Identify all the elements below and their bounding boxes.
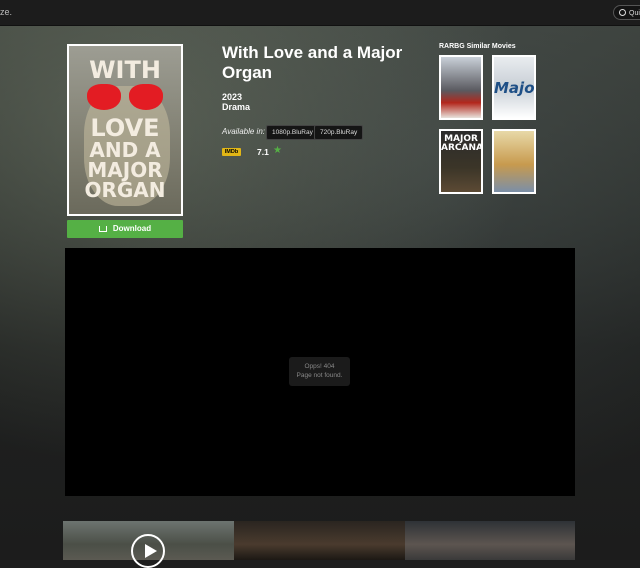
poster-text-line: LOVE [90,114,160,142]
imdb-rating: 7.1 [257,147,269,157]
available-in-label: Available in: [222,127,265,136]
quality-720p-button[interactable]: 720p.BluRay [314,125,364,140]
movie-genre: Drama [222,102,251,112]
poster-text-line: AND A [89,138,161,162]
download-icon [98,226,107,232]
site-logo[interactable]: ze. [0,7,12,17]
similar-movie-poster[interactable]: MAJOR ARCANA [439,129,483,194]
top-bar: ze. Qui [0,0,640,26]
quick-search-button[interactable]: Qui [613,5,640,20]
poster-text-line: WITH [89,56,161,84]
error-code: Opps! 404 [304,363,335,370]
movie-poster: WITH LOVE AND A MAJOR ORGAN [67,44,183,216]
screenshot-thumbnail[interactable] [234,521,405,560]
download-label: Download [112,224,152,233]
similar-movies-heading: RARBG Similar Movies [439,43,516,50]
imdb-badge[interactable]: IMDb [222,148,241,156]
player-error-box: Opps! 404 Page not found. [289,357,350,386]
movie-year: 2023 [222,92,243,102]
movie-title: With Love and a Major Organ [222,43,403,82]
similar-poster-text: Major [494,79,535,97]
quick-search-label: Qui [629,10,640,17]
play-icon[interactable] [131,534,165,568]
error-message: Page not found. [296,372,343,379]
similar-movie-poster[interactable] [492,129,536,194]
star-icon: ★ [273,145,282,156]
poster-heart-glasses [87,84,165,110]
quality-1080p-button[interactable]: 1080p.BluRay [266,125,319,140]
download-button[interactable]: Download [67,220,183,238]
similar-movie-poster[interactable]: Major [492,55,536,120]
poster-text-line: ORGAN [84,178,166,202]
similar-poster-text: MAJOR ARCANA [441,134,483,153]
poster-text-line: MAJOR [87,158,163,182]
search-icon [619,9,626,16]
screenshot-thumbnail[interactable] [405,521,575,560]
similar-movie-poster[interactable] [439,55,483,120]
